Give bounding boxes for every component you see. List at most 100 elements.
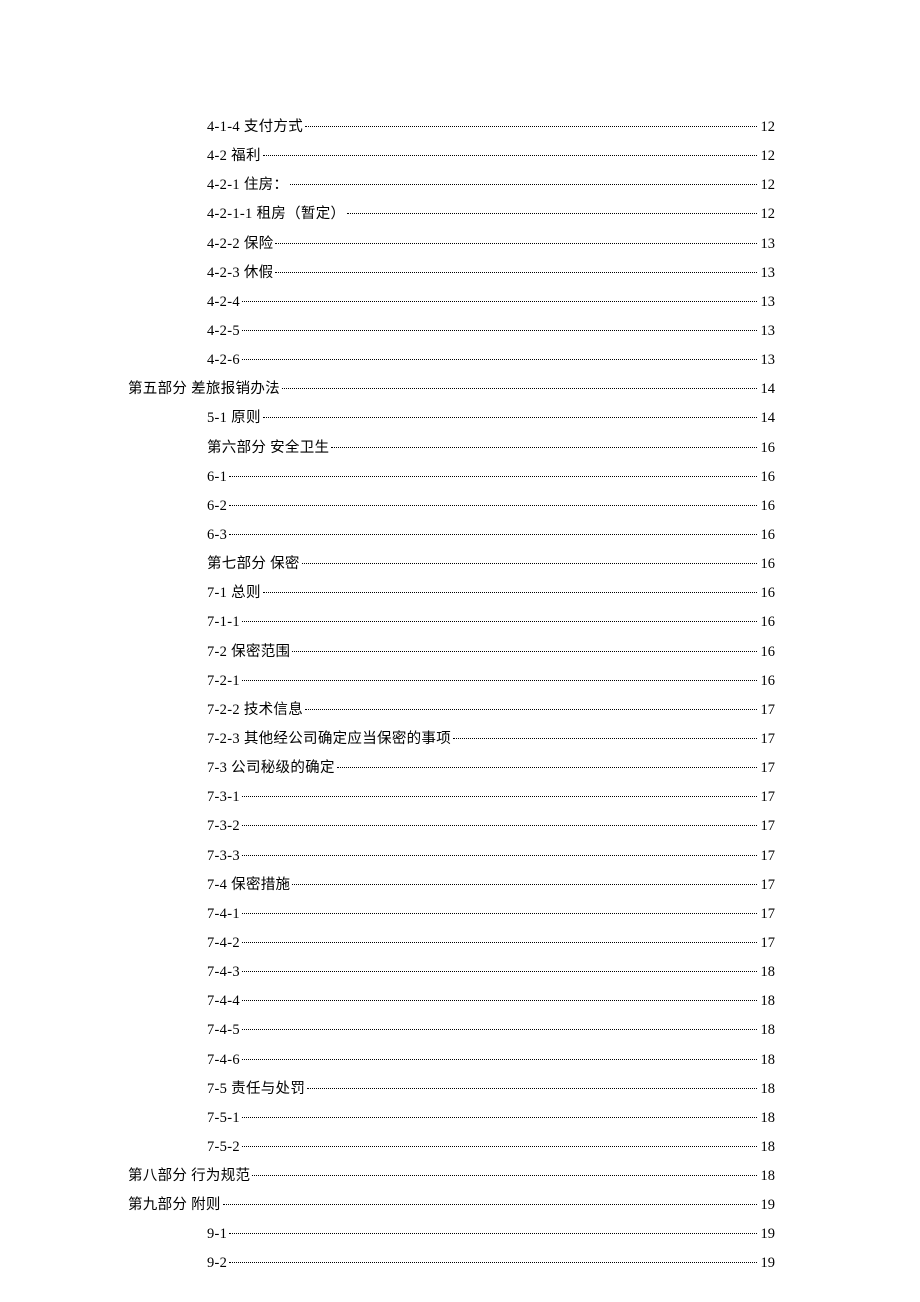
- toc-entry: 第六部分 安全卫生 16: [207, 436, 775, 461]
- toc-label: 4-1-4 支付方式: [207, 115, 303, 140]
- toc-page-number: 17: [759, 873, 776, 898]
- toc-label: 6-1: [207, 465, 227, 490]
- toc-entry: 7-4-5 18: [207, 1018, 775, 1043]
- toc-page-number: 19: [759, 1251, 776, 1276]
- toc-entry: 7-3-3 17: [207, 844, 775, 869]
- toc-entry: 7-4-117: [207, 902, 775, 927]
- toc-entry: 5-1 原则14: [207, 406, 775, 431]
- toc-entry: 4-2-3 休假13: [207, 261, 775, 286]
- toc-page-number: 13: [759, 261, 776, 286]
- toc-leader-dots: [292, 651, 756, 652]
- toc-page-number: 17: [759, 785, 776, 810]
- toc-leader-dots: [242, 1117, 757, 1118]
- toc-label: 第六部分 安全卫生: [207, 436, 329, 461]
- toc-label: 4-2-1 住房：: [207, 173, 288, 198]
- toc-entry: 6-316: [207, 523, 775, 548]
- toc-label: 7-3 公司秘级的确定: [207, 756, 335, 781]
- toc-entry: 7-2-3 其他经公司确定应当保密的事项17: [207, 727, 775, 752]
- toc-page-number: 18: [759, 1018, 776, 1043]
- toc-leader-dots: [347, 213, 756, 214]
- toc-entry: 4-2-613: [207, 348, 775, 373]
- toc-label: 7-2-3 其他经公司确定应当保密的事项: [207, 727, 451, 752]
- toc-label: 7-4-6: [207, 1048, 240, 1073]
- toc-page-number: 16: [759, 581, 776, 606]
- toc-page-number: 13: [759, 290, 776, 315]
- toc-leader-dots: [275, 243, 756, 244]
- toc-label: 4-2-5: [207, 319, 240, 344]
- toc-leader-dots: [337, 767, 757, 768]
- toc-entry: 7-1 总则 16: [207, 581, 775, 606]
- toc-leader-dots: [242, 855, 757, 856]
- toc-leader-dots: [302, 563, 757, 564]
- toc-label: 第五部分 差旅报销办法: [128, 377, 280, 402]
- toc-label: 7-5-1: [207, 1106, 240, 1131]
- toc-entry: 4-2-4 13: [207, 290, 775, 315]
- toc-leader-dots: [282, 388, 757, 389]
- toc-page-number: 16: [759, 610, 776, 635]
- toc-entry: 7-2 保密范围16: [207, 640, 775, 665]
- toc-label: 7-4 保密措施: [207, 873, 290, 898]
- toc-page-number: 18: [759, 1106, 776, 1131]
- toc-page-number: 12: [759, 144, 776, 169]
- toc-entry: 7-4-217: [207, 931, 775, 956]
- toc-leader-dots: [229, 534, 756, 535]
- toc-entry: 7-4-6 18: [207, 1048, 775, 1073]
- table-of-contents: 4-1-4 支付方式 12 4-2 福利 12 4-2-1 住房： 12 4-2-1-1 租…: [128, 115, 775, 1276]
- toc-leader-dots: [290, 184, 756, 185]
- toc-label: 7-2-1: [207, 669, 240, 694]
- toc-page-number: 17: [759, 814, 776, 839]
- toc-page-number: 18: [759, 1164, 776, 1189]
- toc-leader-dots: [242, 971, 757, 972]
- toc-label: 第八部分 行为规范: [128, 1164, 250, 1189]
- toc-entry: 7-3-2 17: [207, 814, 775, 839]
- toc-leader-dots: [453, 738, 756, 739]
- toc-entry: 7-3-1 17: [207, 785, 775, 810]
- toc-label: 7-4-3: [207, 960, 240, 985]
- toc-entry: 第五部分 差旅报销办法 14: [128, 377, 775, 402]
- toc-page-number: 18: [759, 989, 776, 1014]
- toc-page-number: 14: [759, 406, 776, 431]
- toc-leader-dots: [242, 680, 757, 681]
- toc-label: 4-2-4: [207, 290, 240, 315]
- toc-entry: 7-5-1 18: [207, 1106, 775, 1131]
- toc-page-number: 16: [759, 465, 776, 490]
- toc-label: 7-4-5: [207, 1018, 240, 1043]
- toc-leader-dots: [242, 1059, 757, 1060]
- toc-entry: 第九部分 附则19: [128, 1193, 775, 1218]
- toc-page-number: 17: [759, 756, 776, 781]
- toc-entry: 4-2-2 保险13: [207, 232, 775, 257]
- toc-page-number: 17: [759, 844, 776, 869]
- toc-leader-dots: [229, 1233, 756, 1234]
- toc-page-number: 14: [759, 377, 776, 402]
- toc-page-number: 12: [759, 202, 776, 227]
- toc-leader-dots: [223, 1204, 757, 1205]
- toc-label: 7-3-3: [207, 844, 240, 869]
- toc-leader-dots: [252, 1175, 756, 1176]
- toc-label: 7-1 总则: [207, 581, 261, 606]
- toc-page-number: 16: [759, 494, 776, 519]
- toc-label: 4-2-1-1 租房（暂定）: [207, 202, 345, 227]
- toc-page-number: 12: [759, 115, 776, 140]
- toc-entry: 7-3 公司秘级的确定 17: [207, 756, 775, 781]
- document-page: 4-1-4 支付方式 12 4-2 福利 12 4-2-1 住房： 12 4-2-1-1 租…: [0, 0, 920, 1302]
- toc-label: 7-3-1: [207, 785, 240, 810]
- toc-label: 4-2 福利: [207, 144, 261, 169]
- toc-entry: 7-2-2 技术信息17: [207, 698, 775, 723]
- toc-page-number: 18: [759, 960, 776, 985]
- toc-label: 7-1-1: [207, 610, 240, 635]
- toc-leader-dots: [263, 592, 757, 593]
- toc-page-number: 18: [759, 1135, 776, 1160]
- toc-page-number: 16: [759, 436, 776, 461]
- toc-leader-dots: [305, 709, 756, 710]
- toc-leader-dots: [242, 330, 757, 331]
- toc-page-number: 16: [759, 640, 776, 665]
- toc-label: 4-2-6: [207, 348, 240, 373]
- toc-leader-dots: [242, 825, 757, 826]
- toc-leader-dots: [307, 1088, 756, 1089]
- toc-label: 4-2-2 保险: [207, 232, 273, 257]
- toc-label: 7-3-2: [207, 814, 240, 839]
- toc-page-number: 19: [759, 1193, 776, 1218]
- toc-page-number: 18: [759, 1048, 776, 1073]
- toc-leader-dots: [242, 1029, 757, 1030]
- toc-entry: 4-2 福利 12: [207, 144, 775, 169]
